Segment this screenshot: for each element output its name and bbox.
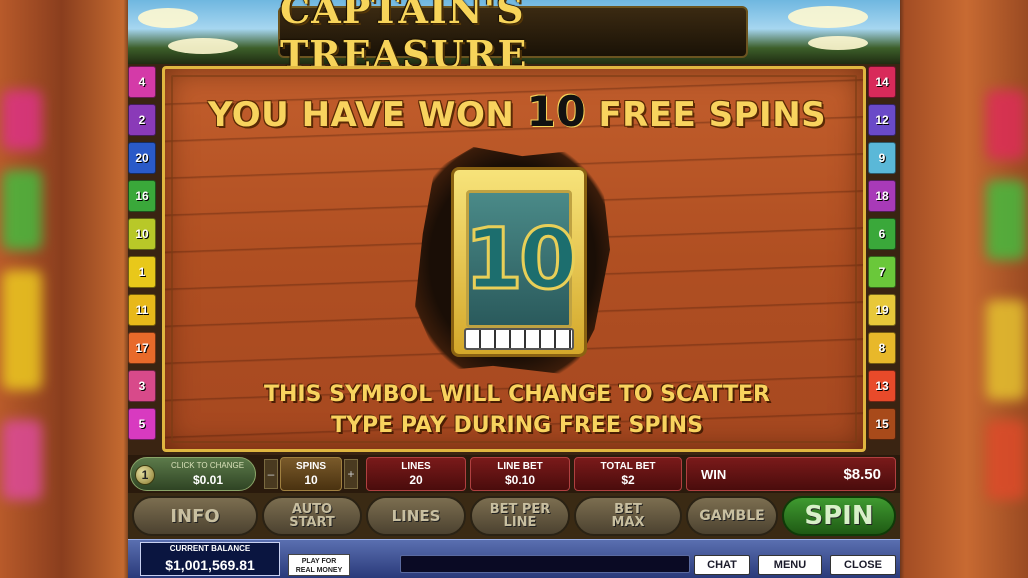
balance-display: CURRENT BALANCE $1,001,569.81 bbox=[140, 542, 280, 576]
cloud-decoration bbox=[808, 36, 868, 50]
coin-label: CLICK TO CHANGE bbox=[171, 461, 245, 470]
win-label: WIN bbox=[701, 466, 727, 482]
payline-6[interactable]: 6 bbox=[868, 218, 896, 250]
spins-decrease-button[interactable]: – bbox=[264, 459, 278, 489]
payline-4[interactable]: 4 bbox=[128, 66, 156, 98]
payline-2[interactable]: 2 bbox=[128, 104, 156, 136]
balance-label: CURRENT BALANCE bbox=[169, 544, 251, 553]
payline-13[interactable]: 13 bbox=[868, 370, 896, 402]
bet-max-button[interactable]: BET MAX bbox=[574, 496, 682, 536]
payline-14[interactable]: 14 bbox=[868, 66, 896, 98]
game-window: CAPTAIN'S TREASURE 4 2 20 16 10 1 11 17 3 5 14 12 9… bbox=[128, 0, 900, 578]
coin-value: $0.01 bbox=[193, 473, 224, 487]
spins-increase-button[interactable]: + bbox=[344, 459, 358, 489]
payline-19[interactable]: 19 bbox=[868, 294, 896, 326]
coin-icon: 1 bbox=[135, 465, 155, 485]
payline-3[interactable]: 3 bbox=[128, 370, 156, 402]
symbol-face: 10 bbox=[463, 190, 579, 328]
description-line-2: TYPE PAY DURING FREE SPINS bbox=[331, 413, 703, 438]
bet-per-line-button[interactable]: BET PER LINE bbox=[470, 496, 570, 536]
total-bet-label: TOTAL BET bbox=[600, 461, 656, 472]
bottom-bar: CURRENT BALANCE $1,001,569.81 PLAY FOR R… bbox=[128, 539, 900, 578]
game-header: CAPTAIN'S TREASURE bbox=[128, 0, 900, 77]
payline-1[interactable]: 1 bbox=[128, 256, 156, 288]
spin-button[interactable]: SPIN bbox=[782, 496, 896, 536]
payline-12[interactable]: 12 bbox=[868, 104, 896, 136]
cloud-decoration bbox=[788, 6, 868, 28]
real-money-label-2: REAL MONEY bbox=[295, 567, 343, 574]
won-suffix: FREE SPINS bbox=[598, 95, 827, 135]
lines-button-label: LINES bbox=[391, 506, 441, 525]
bet-per-line-label-2: LINE bbox=[503, 515, 537, 530]
gamble-button[interactable]: GAMBLE bbox=[686, 496, 778, 536]
menu-button[interactable]: MENU bbox=[758, 555, 822, 575]
auto-start-button[interactable]: AUTO START bbox=[262, 496, 362, 536]
payline-16[interactable]: 16 bbox=[128, 180, 156, 212]
message-field bbox=[400, 555, 690, 573]
paylines-right: 14 12 9 18 6 7 19 8 13 15 bbox=[868, 66, 898, 446]
info-button-label: INFO bbox=[170, 505, 220, 527]
lines-value: 20 bbox=[409, 473, 423, 487]
description-line-1: THIS SYMBOL WILL CHANGE TO SCATTER bbox=[264, 382, 770, 407]
close-button[interactable]: CLOSE bbox=[830, 555, 896, 575]
gamble-button-label: GAMBLE bbox=[699, 507, 765, 524]
lines-label: LINES bbox=[401, 461, 431, 472]
bet-max-label-2: MAX bbox=[611, 515, 645, 530]
balance-value: $1,001,569.81 bbox=[165, 557, 255, 573]
total-bet-value: $2 bbox=[621, 473, 635, 487]
line-bet-label: LINE BET bbox=[497, 461, 543, 472]
spins-display: SPINS 10 bbox=[280, 457, 342, 491]
cloud-decoration bbox=[168, 38, 238, 54]
payline-7[interactable]: 7 bbox=[868, 256, 896, 288]
symbol-number: 10 bbox=[463, 209, 579, 310]
payline-11[interactable]: 11 bbox=[128, 294, 156, 326]
bet-info-bar: 1 CLICK TO CHANGE $0.01 – SPINS 10 + LIN… bbox=[128, 455, 900, 493]
payline-15[interactable]: 15 bbox=[868, 408, 896, 440]
spins-value: 10 bbox=[304, 473, 318, 487]
line-bet-display: LINE BET $0.10 bbox=[470, 457, 570, 491]
payline-9[interactable]: 9 bbox=[868, 142, 896, 174]
win-display: WIN $8.50 bbox=[686, 457, 896, 491]
cloud-decoration bbox=[138, 8, 198, 28]
lines-button[interactable]: LINES bbox=[366, 496, 466, 536]
won-count: 10 bbox=[526, 87, 587, 136]
game-logo: CAPTAIN'S TREASURE bbox=[278, 0, 748, 77]
coin-value-selector[interactable]: 1 CLICK TO CHANGE $0.01 bbox=[130, 457, 256, 491]
free-spins-symbol: 10 bbox=[451, 167, 587, 357]
free-spins-board: YOU HAVE WON 10 FREE SPINS 10 THIS SYMBO… bbox=[162, 66, 866, 452]
won-message: YOU HAVE WON 10 FREE SPINS bbox=[165, 87, 869, 136]
paylines-left: 4 2 20 16 10 1 11 17 3 5 bbox=[128, 66, 158, 446]
chat-button[interactable]: CHAT bbox=[694, 555, 750, 575]
payline-10[interactable]: 10 bbox=[128, 218, 156, 250]
line-bet-value: $0.10 bbox=[504, 473, 536, 487]
total-bet-display: TOTAL BET $2 bbox=[574, 457, 682, 491]
control-bar: INFO AUTO START LINES BET PER LINE BET M… bbox=[128, 493, 900, 539]
win-value: $8.50 bbox=[843, 465, 881, 483]
spins-label: SPINS bbox=[295, 461, 326, 472]
payline-5[interactable]: 5 bbox=[128, 408, 156, 440]
payline-20[interactable]: 20 bbox=[128, 142, 156, 174]
auto-start-label-2: START bbox=[289, 515, 335, 530]
info-button[interactable]: INFO bbox=[132, 496, 258, 536]
real-money-label-1: PLAY FOR bbox=[301, 558, 337, 565]
payline-18[interactable]: 18 bbox=[868, 180, 896, 212]
spin-button-label: SPIN bbox=[804, 500, 874, 531]
teeth-decoration bbox=[464, 328, 574, 350]
won-prefix: YOU HAVE WON bbox=[207, 95, 515, 135]
symbol-description: THIS SYMBOL WILL CHANGE TO SCATTER TYPE … bbox=[165, 379, 869, 441]
payline-17[interactable]: 17 bbox=[128, 332, 156, 364]
lines-display: LINES 20 bbox=[366, 457, 466, 491]
payline-8[interactable]: 8 bbox=[868, 332, 896, 364]
play-for-real-money-button[interactable]: PLAY FOR REAL MONEY bbox=[288, 554, 350, 576]
